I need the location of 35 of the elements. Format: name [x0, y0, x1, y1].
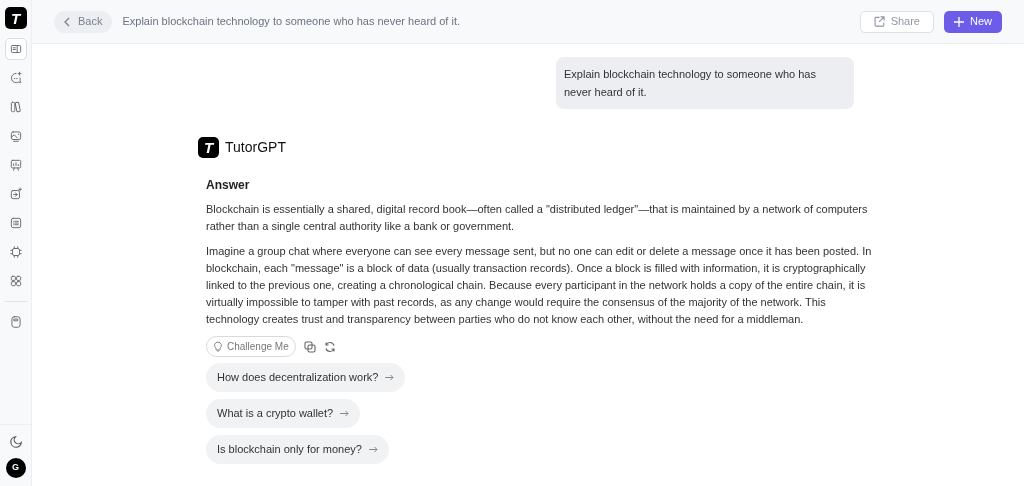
back-button[interactable]: Back [54, 10, 113, 33]
lightbulb-icon [213, 341, 223, 352]
sidebar-item[interactable] [4, 38, 27, 60]
image-icon [8, 129, 23, 143]
new-button[interactable]: New [944, 10, 1002, 33]
conversation-title: Explain blockchain technology to someone who has never heard of it. [122, 14, 460, 30]
suggestion-chip[interactable]: How does decentralization work? [206, 363, 406, 392]
grid-icon [8, 274, 23, 288]
suggestion-chip[interactable]: What is a crypto wallet? [206, 399, 361, 428]
device-icon [8, 315, 23, 329]
assistant-name: TutorGPT [225, 138, 286, 157]
books-icon [8, 100, 23, 114]
chevron-left-icon [64, 16, 70, 27]
avatar[interactable]: G [5, 458, 26, 478]
arrow-right-icon [385, 374, 395, 381]
chip-icon [8, 245, 23, 259]
answer-paragraph: Imagine a group chat where everyone can see every message sent, but no one can edit or delete a message once it has been posted. In blockchain, each "message" is a block of data (usually transaction records). Once a block is filled with information, it is cryptographically linked to the previous one, creating a chronological chain. Because every participant in the network holds a copy of the entire chain, it is virtually impossible to tamper with past records, as any change would require the consensus of the majority of the network. This technology creates trust and transparency between parties who do not know each other, without the need for a middleman. [206, 244, 873, 327]
arrow-right-icon [368, 446, 378, 453]
suggestion-chip[interactable]: Is blockchain only for money? [206, 435, 389, 464]
user-message: Explain blockchain technology to someone who has never heard of it. [556, 57, 854, 109]
moon-icon[interactable] [8, 435, 23, 449]
answer-heading: Answer [206, 177, 251, 194]
plus-icon [954, 16, 964, 27]
edit-sparkle-icon [8, 187, 23, 201]
list-icon [8, 216, 23, 230]
refresh-icon[interactable] [323, 340, 336, 353]
chat-plus-icon [8, 71, 23, 85]
share-icon [873, 16, 885, 27]
copy-icon[interactable] [303, 340, 316, 353]
answer-paragraph: Blockchain is essentially a shared, digital record book—often called a "distributed ledger"—that is maintained by a network of computers rather than a single central authority like a bank or government. [206, 202, 869, 234]
sidebar-panel-icon [8, 42, 23, 56]
logo: T [4, 7, 27, 29]
logo: T [198, 137, 219, 158]
arrow-right-icon [340, 410, 350, 417]
easel-icon [8, 158, 23, 172]
